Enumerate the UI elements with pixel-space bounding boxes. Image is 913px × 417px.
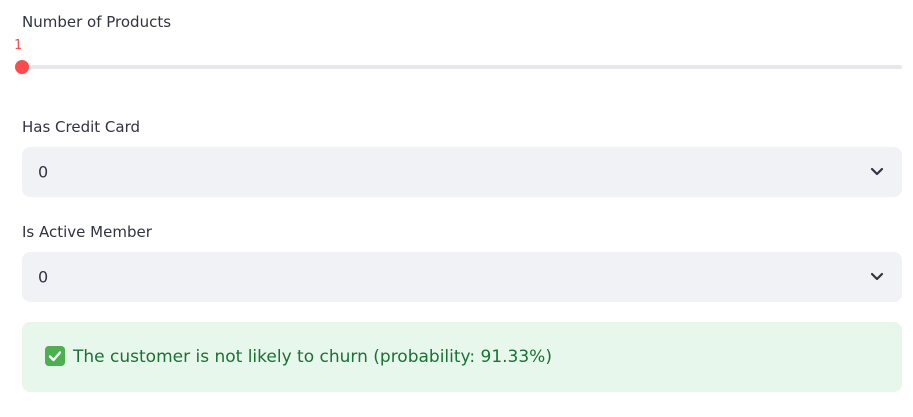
num-products-slider-thumb[interactable]	[15, 60, 29, 74]
is-active-member-selected-value: 0	[38, 267, 49, 287]
chevron-down-icon[interactable]	[870, 167, 884, 177]
has-credit-card-selected-value: 0	[38, 162, 49, 182]
churn-prediction-message: The customer is not likely to churn (pro…	[73, 347, 552, 367]
chevron-down-icon[interactable]	[870, 272, 884, 282]
num-products-label: Number of Products	[22, 13, 172, 31]
num-products-slider-track[interactable]	[22, 65, 902, 69]
success-alert: The customer is not likely to churn (pro…	[22, 322, 902, 392]
app-page: Number of Products 1 Has Credit Card 0 I…	[0, 0, 913, 417]
has-credit-card-select[interactable]: 0	[22, 147, 902, 197]
has-credit-card-label: Has Credit Card	[22, 118, 141, 136]
is-active-member-label: Is Active Member	[22, 223, 152, 241]
check-mark-icon	[45, 346, 65, 366]
is-active-member-select[interactable]: 0	[22, 252, 902, 302]
num-products-slider-value: 1	[14, 38, 22, 53]
